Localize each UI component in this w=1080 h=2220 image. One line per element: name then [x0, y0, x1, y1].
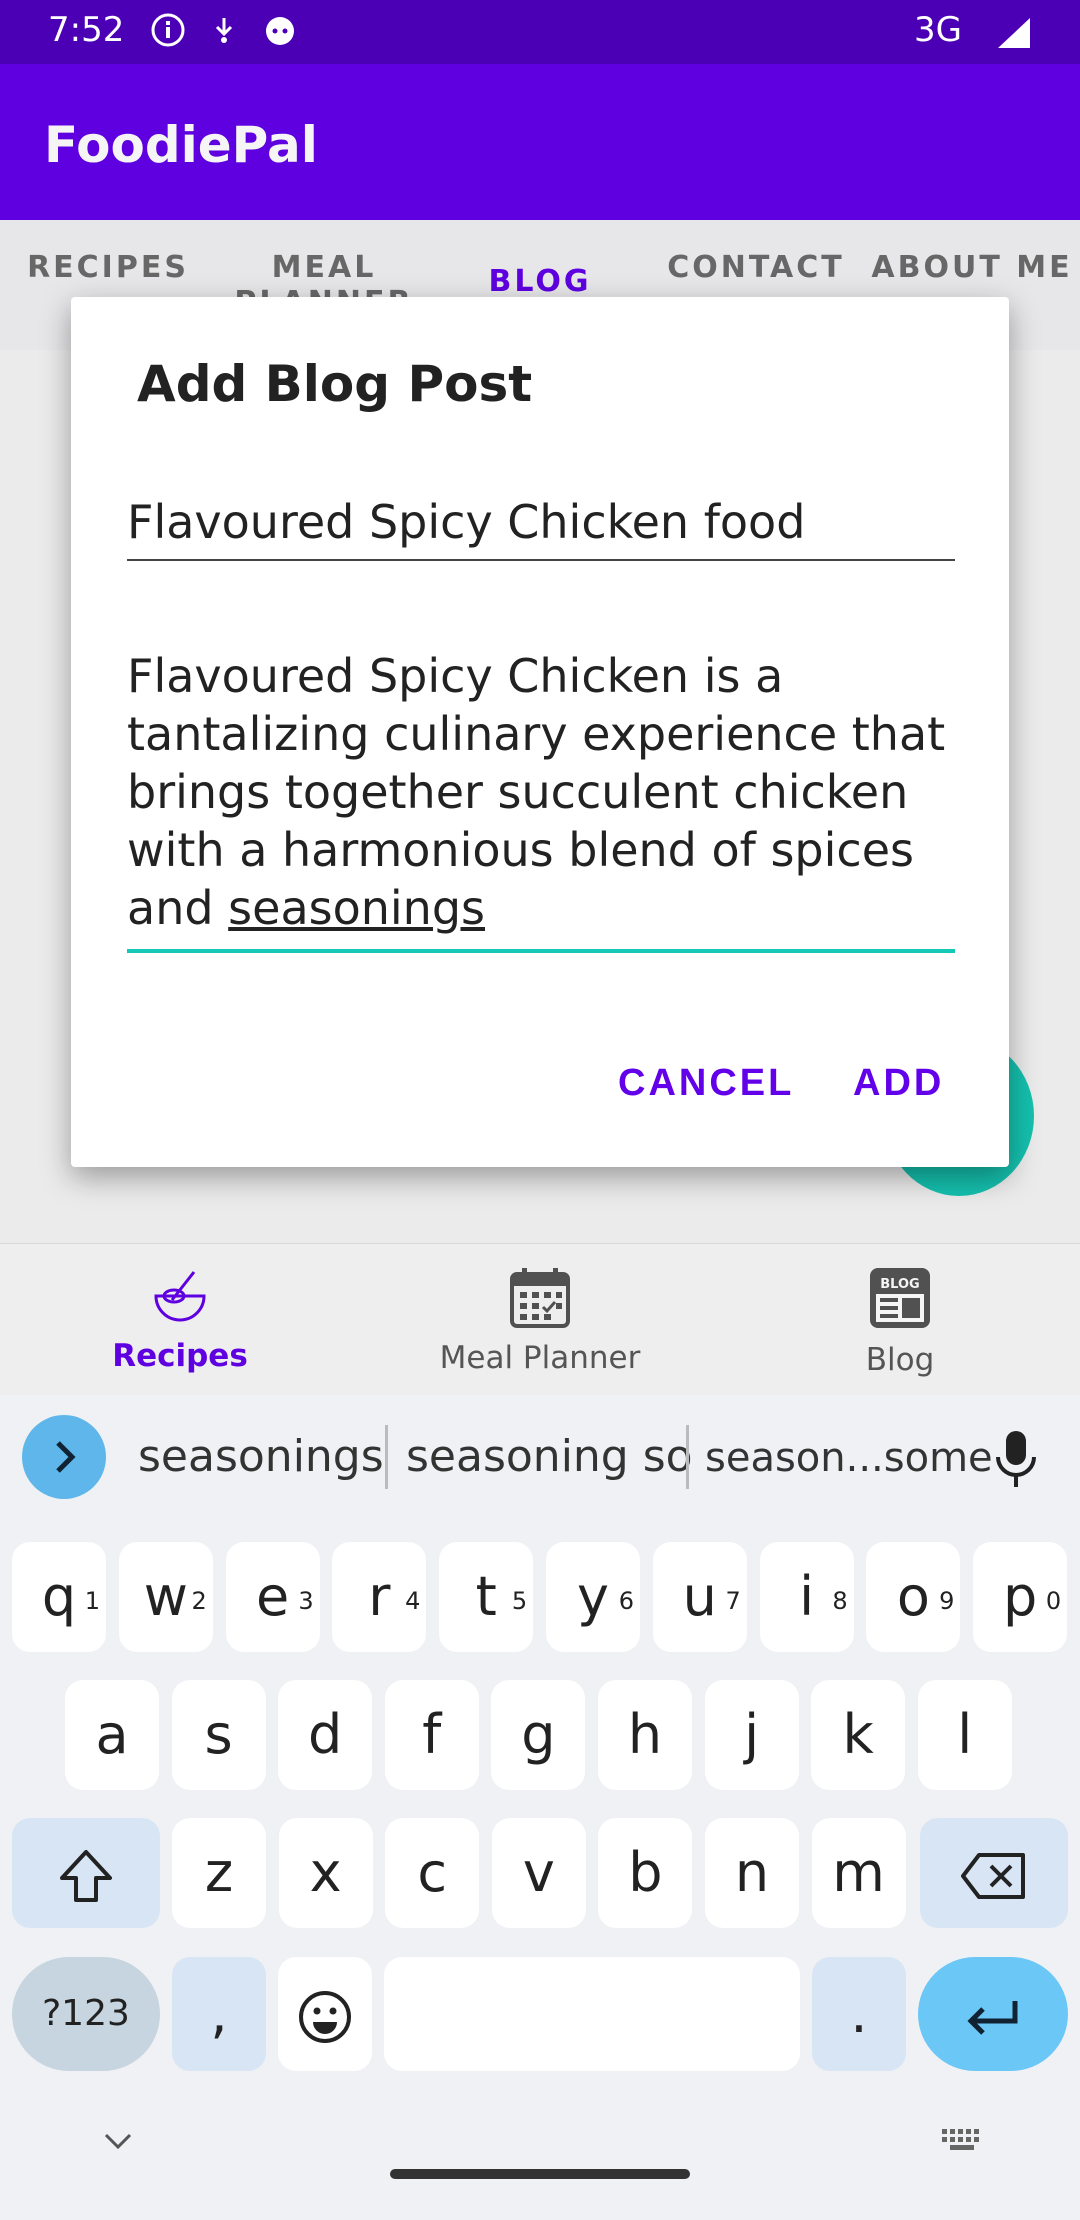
key-z[interactable]: z — [172, 1818, 266, 1928]
key-label: w — [143, 1565, 188, 1628]
key-label: u — [682, 1565, 717, 1628]
key-hint: 7 — [725, 1587, 741, 1615]
key-label: q — [41, 1565, 77, 1628]
hide-keyboard-icon[interactable] — [102, 2131, 134, 2155]
backspace-key[interactable] — [920, 1818, 1068, 1928]
key-label: t — [475, 1565, 497, 1628]
key-b[interactable]: b — [598, 1818, 693, 1928]
shift-key[interactable] — [12, 1818, 160, 1928]
key-hint: 0 — [1045, 1587, 1062, 1615]
key-l[interactable]: l — [917, 1680, 1012, 1790]
chevron-right-icon — [56, 1441, 76, 1473]
key-w[interactable]: w2 — [118, 1542, 213, 1652]
key-label: y — [577, 1565, 609, 1628]
cancel-button[interactable]: CANCEL — [612, 1061, 800, 1106]
suggestion-divider — [385, 1425, 388, 1489]
key-r[interactable]: r4 — [332, 1542, 427, 1652]
key-h[interactable]: h — [598, 1680, 692, 1790]
key-hint: 2 — [191, 1587, 207, 1615]
key-o[interactable]: o9 — [866, 1542, 961, 1652]
microphone-icon[interactable] — [992, 1429, 1040, 1493]
status-time: 7:52 — [48, 10, 125, 50]
soft-keyboard: seasonings seasoning so season...some q1… — [0, 1395, 1080, 2220]
status-bar: 7:52 3G — [0, 0, 1080, 64]
expand-toolbar-button[interactable] — [22, 1415, 106, 1499]
key-hint: 4 — [405, 1587, 421, 1615]
key-hint: 8 — [832, 1587, 848, 1615]
key-c[interactable]: c — [385, 1818, 480, 1928]
key-hint: 6 — [618, 1587, 634, 1615]
suggestion-divider — [686, 1425, 689, 1489]
backspace-icon — [961, 1853, 1025, 1900]
key-k[interactable]: k — [811, 1680, 906, 1790]
key-q[interactable]: q1 — [12, 1542, 106, 1652]
key-hint: 5 — [511, 1587, 528, 1615]
key-a[interactable]: a — [65, 1680, 159, 1790]
suggestion-2[interactable]: seasoning so — [406, 1431, 693, 1482]
key-p[interactable]: p0 — [973, 1542, 1068, 1652]
keyboard-switch-icon[interactable] — [940, 2127, 984, 2159]
enter-icon — [967, 2001, 1018, 2036]
key-label: r — [368, 1565, 391, 1628]
key-d[interactable]: d — [278, 1680, 373, 1790]
key-u[interactable]: u7 — [652, 1542, 747, 1652]
signal-icon — [996, 16, 1032, 52]
key-x[interactable]: x — [278, 1818, 373, 1928]
key-label: p — [1003, 1565, 1038, 1628]
symbols-key[interactable]: ?123 — [12, 1957, 160, 2071]
key-j[interactable]: j — [704, 1680, 799, 1790]
key-f[interactable]: f — [384, 1680, 479, 1790]
post-body-current-word: seasonings — [228, 881, 485, 935]
key-n[interactable]: n — [705, 1818, 799, 1928]
add-blog-post-dialog: Add Blog Post Flavoured Spicy Chicken fo… — [71, 297, 1009, 1167]
key-s[interactable]: s — [171, 1680, 266, 1790]
key-hint: 3 — [298, 1587, 314, 1615]
network-type: 3G — [914, 10, 962, 50]
android-head-icon — [262, 12, 298, 48]
key-y[interactable]: y6 — [546, 1542, 640, 1652]
key-label: o — [896, 1565, 930, 1628]
keyboard-nav-bar — [0, 2125, 1080, 2220]
suggestion-1[interactable]: seasonings — [138, 1431, 384, 1482]
dialog-title: Add Blog Post — [137, 355, 533, 413]
key-e[interactable]: e3 — [225, 1542, 320, 1652]
key-t[interactable]: t5 — [439, 1542, 534, 1652]
key-label: e — [255, 1565, 290, 1628]
status-notification-icons — [150, 12, 298, 48]
comma-key[interactable]: , — [172, 1957, 266, 2071]
emoji-icon — [299, 1991, 351, 2044]
post-body-input[interactable]: Flavoured Spicy Chicken is a tantalizing… — [127, 647, 955, 953]
suggestion-strip: seasonings seasoning so season...some — [0, 1395, 1080, 1525]
post-title-input[interactable]: Flavoured Spicy Chicken food — [127, 495, 955, 561]
key-i[interactable]: i8 — [759, 1542, 854, 1652]
key-hint: 9 — [939, 1587, 955, 1615]
suggestion-3[interactable]: season...some — [705, 1435, 993, 1481]
key-label: i — [799, 1565, 815, 1628]
shift-icon — [60, 1850, 112, 1903]
emoji-key[interactable] — [278, 1957, 372, 2071]
info-icon — [150, 12, 186, 48]
enter-key[interactable] — [918, 1957, 1068, 2071]
space-key[interactable] — [384, 1957, 800, 2071]
key-m[interactable]: m — [811, 1818, 906, 1928]
period-key[interactable]: . — [812, 1957, 906, 2071]
home-indicator[interactable] — [390, 2169, 690, 2179]
key-hint: 1 — [84, 1587, 100, 1615]
key-g[interactable]: g — [491, 1680, 586, 1790]
add-button[interactable]: ADD — [847, 1061, 950, 1106]
key-v[interactable]: v — [491, 1818, 586, 1928]
download-icon — [206, 12, 242, 48]
